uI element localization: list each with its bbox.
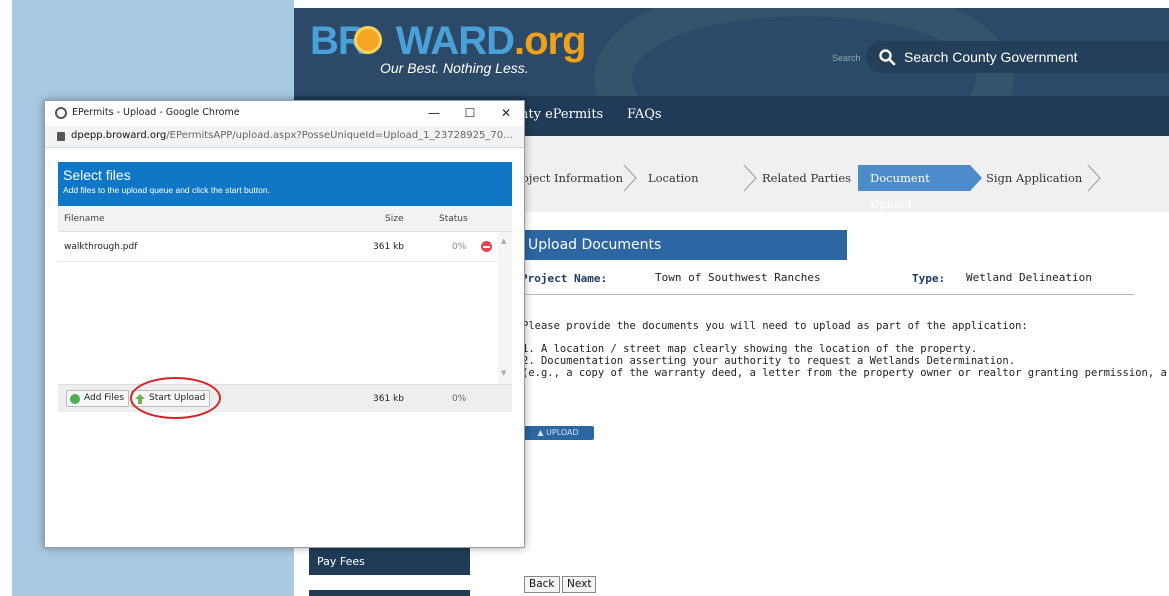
highlight-annotation <box>130 377 221 419</box>
step-document-upload[interactable]: Document Upload <box>858 165 970 211</box>
total-size: 361 kb <box>373 394 404 404</box>
search-placeholder: Search County Government <box>904 49 1078 65</box>
scroll-down-icon[interactable]: ▼ <box>501 369 506 377</box>
divider <box>520 294 1134 295</box>
logo-part-org: .org <box>514 19 587 63</box>
back-button[interactable]: Back <box>524 576 560 593</box>
add-files-label: Add Files <box>84 393 125 403</box>
column-size: Size <box>385 214 404 224</box>
chrome-icon <box>55 107 67 119</box>
step-label: Related Parties <box>762 171 852 185</box>
column-filename: Filename <box>64 214 105 224</box>
maximize-button[interactable]: ☐ <box>455 103 485 123</box>
minimize-button[interactable]: — <box>419 103 449 123</box>
window-titlebar[interactable]: EPermits - Upload - Google Chrome — ☐ ✕ <box>45 101 524 126</box>
file-name: walkthrough.pdf <box>64 242 138 252</box>
lock-icon <box>57 132 65 141</box>
step-separator <box>1087 165 1101 191</box>
instructions-item-3: (e.g., a copy of the warranty deed, a le… <box>522 367 1169 379</box>
remove-file-icon[interactable] <box>481 241 492 252</box>
step-location[interactable]: Location <box>630 165 752 191</box>
instructions-item-1: 1. A location / street map clearly showi… <box>522 343 978 355</box>
search-input[interactable]: Search County Government <box>866 41 1169 73</box>
url-text: dpepp.broward.org/EPermitsAPP/upload.asp… <box>71 130 513 141</box>
instructions-intro: Please provide the documents you will ne… <box>522 320 1028 332</box>
sidebar-item-next[interactable] <box>309 590 470 596</box>
nav-item-epermits[interactable]: nty ePermits <box>520 107 603 122</box>
site-header: BR WARD.org Our Best. Nothing Less. Searc… <box>294 8 1169 96</box>
step-label: Location <box>648 171 699 185</box>
type-value: Wetland Delineation <box>966 271 1092 284</box>
file-size: 361 kb <box>373 242 404 252</box>
url-path: /EPermitsAPP/upload.aspx?PosseUniqueId=U… <box>166 130 513 141</box>
upload-popup-window: EPermits - Upload - Google Chrome — ☐ ✕ … <box>44 100 525 548</box>
table-row: walkthrough.pdf 361 kb 0% <box>58 232 498 262</box>
instructions-item-2: 2. Documentation asserting your authorit… <box>522 355 1016 367</box>
file-status: 0% <box>452 242 467 252</box>
file-table-header: Filename Size Status <box>58 206 512 232</box>
step-label: Sign Application <box>986 171 1083 185</box>
desktop-screenshot: BR WARD.org Our Best. Nothing Less. Searc… <box>0 0 1169 596</box>
select-files-subtitle: Add files to the upload queue and click … <box>63 185 270 195</box>
project-name-label: Project Name: <box>521 272 608 285</box>
close-button[interactable]: ✕ <box>491 103 521 123</box>
section-title: Upload Documents <box>520 230 847 260</box>
upload-button[interactable]: ▲ UPLOAD <box>522 426 594 440</box>
scroll-up-icon[interactable]: ▲ <box>501 237 506 245</box>
add-icon <box>70 394 80 404</box>
select-files-header: Select files Add files to the upload que… <box>58 162 512 206</box>
file-list-scrollbar[interactable]: ▲ ▼ <box>498 232 512 384</box>
step-related-parties[interactable]: Related Parties <box>744 165 854 191</box>
type-label: Type: <box>912 272 946 285</box>
search-icon <box>879 49 896 66</box>
nav-item-faqs[interactable]: FAQs <box>627 107 662 122</box>
sidebar-item-pay-fees[interactable]: Pay Fees <box>309 548 470 575</box>
logo-part-ward: WARD <box>395 19 515 63</box>
add-files-button[interactable]: Add Files <box>66 390 130 407</box>
step-project-information[interactable]: oject Information <box>510 165 628 191</box>
next-button[interactable]: Next <box>562 576 597 593</box>
broward-logo[interactable]: BR WARD.org Our Best. Nothing Less. <box>310 19 587 76</box>
step-label: oject Information <box>522 171 624 185</box>
url-domain: dpepp.broward.org <box>71 130 167 141</box>
window-title: EPermits - Upload - Google Chrome <box>72 107 240 118</box>
step-sign-application[interactable]: Sign Application <box>972 165 1100 191</box>
sun-icon <box>354 26 382 54</box>
select-files-title: Select files <box>63 167 131 183</box>
logo-wordmark: BR WARD.org <box>310 19 587 63</box>
file-list: walkthrough.pdf 361 kb 0% ▲ ▼ <box>58 232 512 384</box>
project-name-value: Town of Southwest Ranches <box>655 271 821 284</box>
search-label: Search <box>832 53 861 63</box>
address-bar[interactable]: dpepp.broward.org/EPermitsAPP/upload.asp… <box>45 126 524 148</box>
upload-footer: Add Files Start Upload 361 kb 0% <box>58 384 512 412</box>
column-status: Status <box>439 214 468 224</box>
total-status: 0% <box>452 394 467 404</box>
